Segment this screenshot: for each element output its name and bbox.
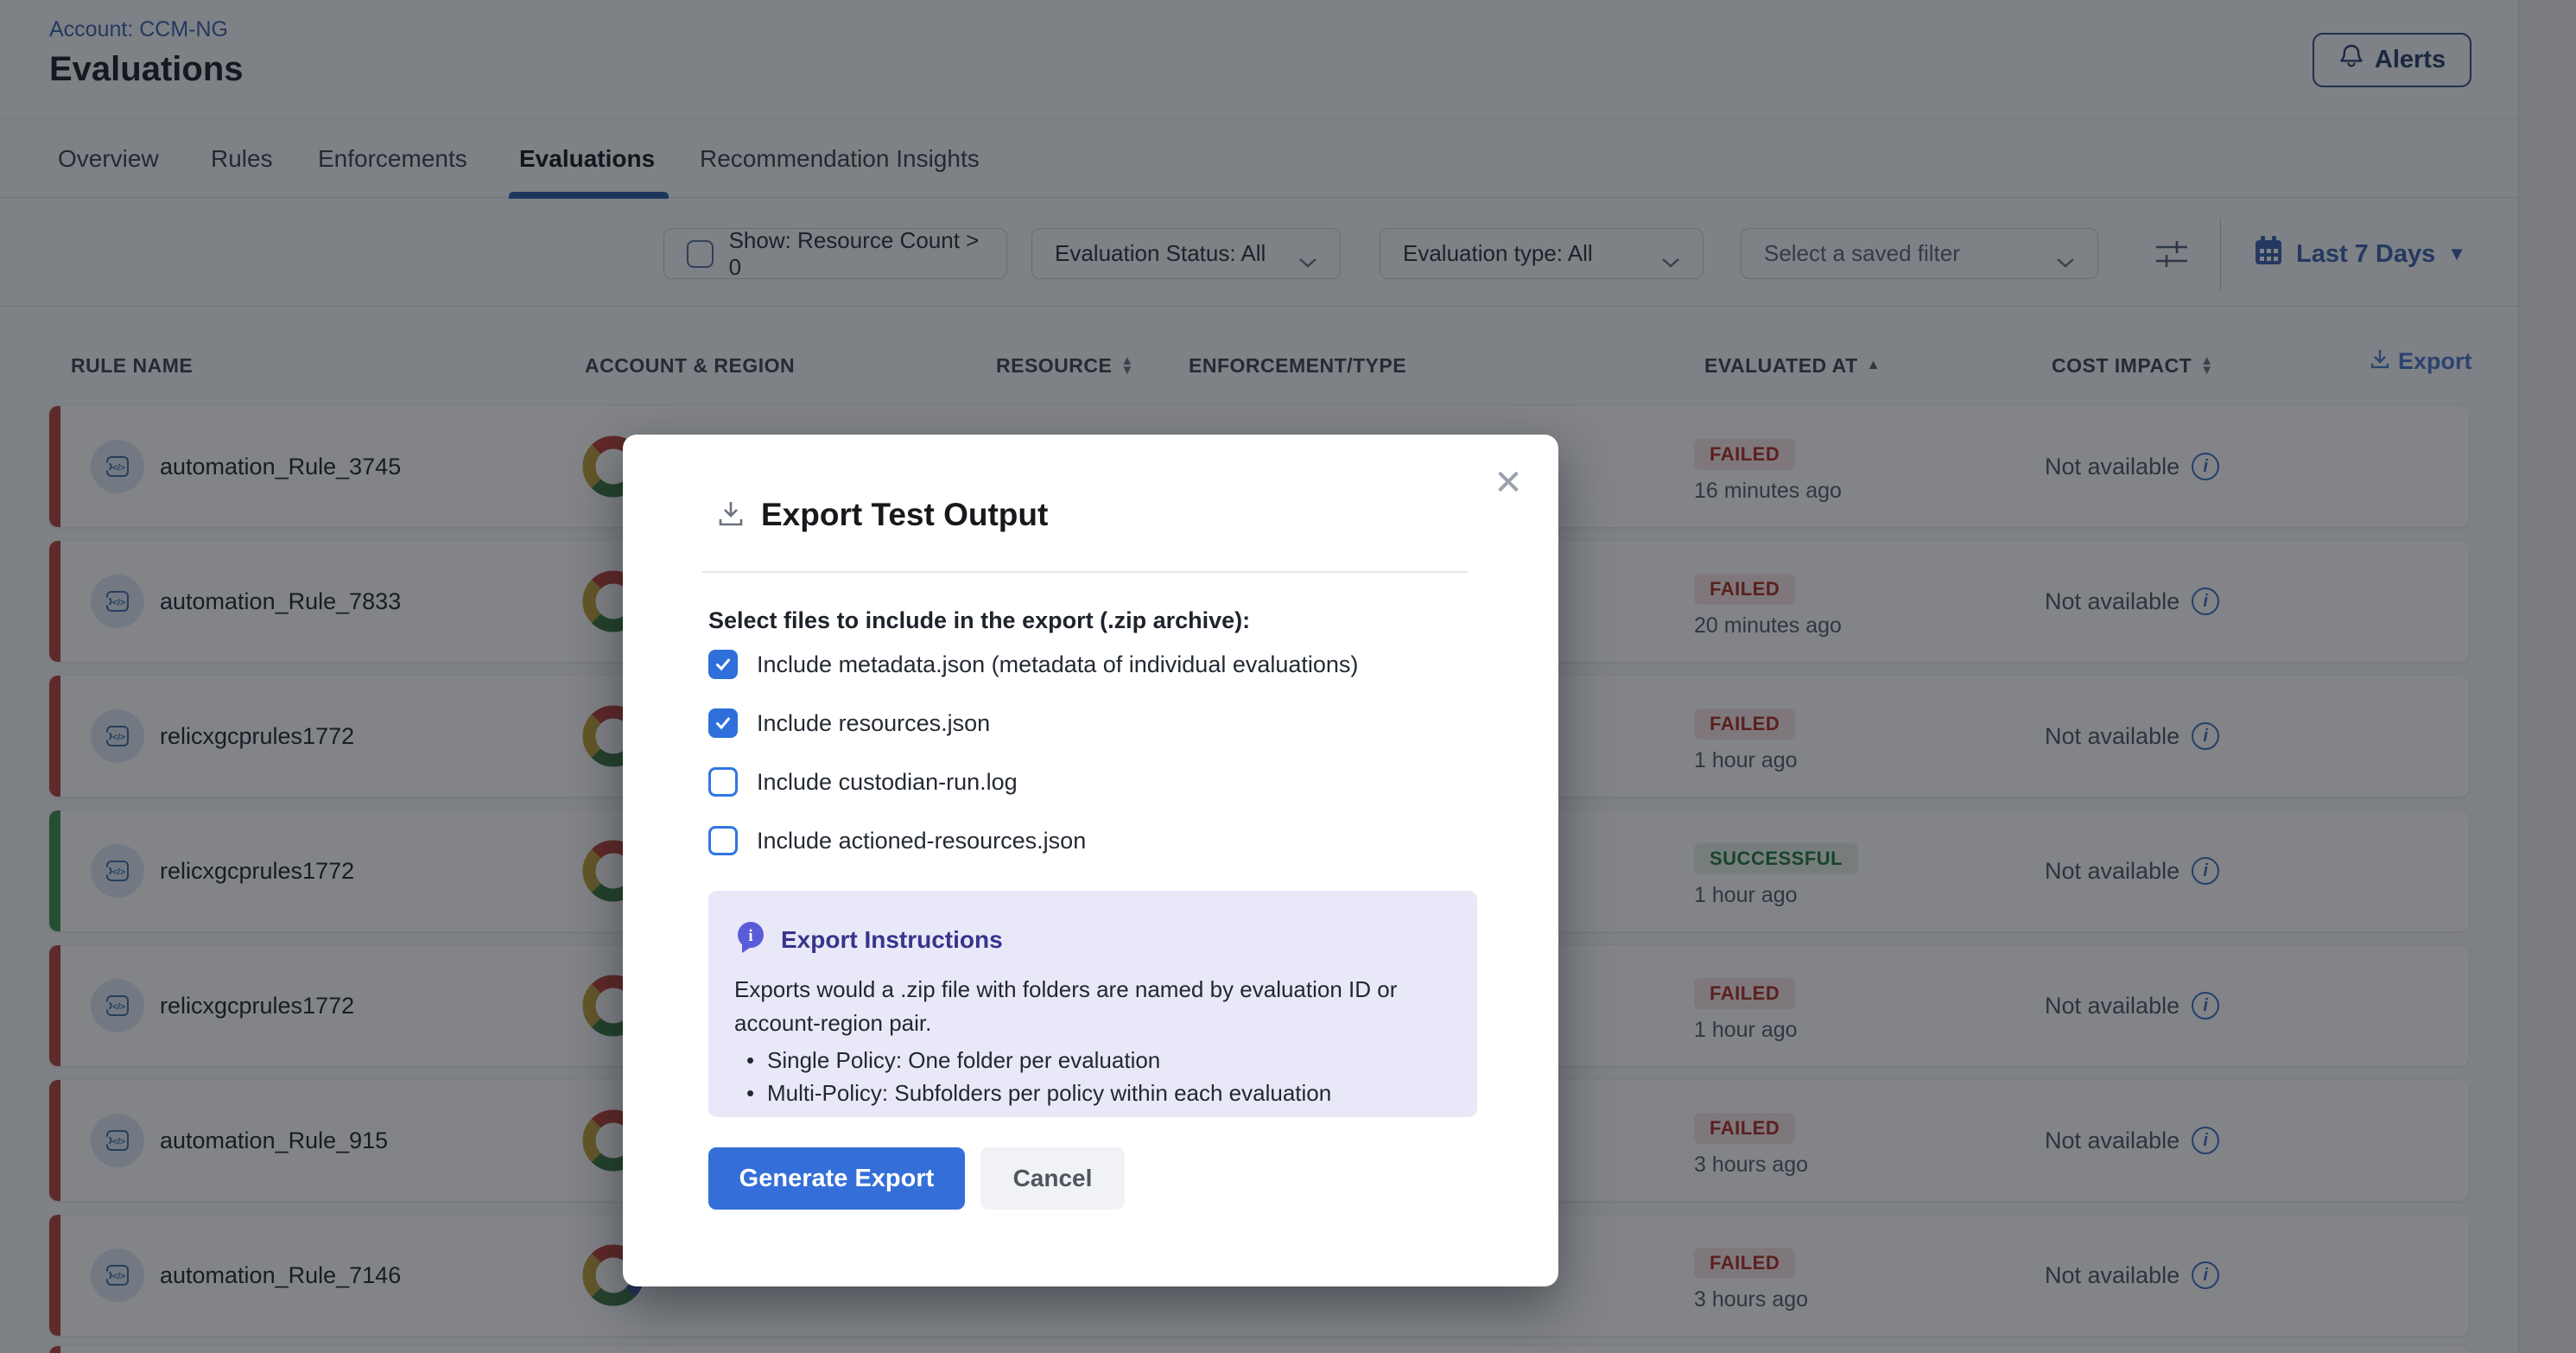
checkbox[interactable] <box>708 767 738 797</box>
info-bubble-icon: i <box>734 920 767 959</box>
generate-export-button[interactable]: Generate Export <box>708 1147 965 1210</box>
checkbox[interactable] <box>708 708 738 738</box>
modal-divider <box>702 571 1468 573</box>
modal-title: Export Test Output <box>761 497 1048 533</box>
select-files-label: Select files to include in the export (.… <box>708 607 1250 634</box>
option-include-custodian-run-log[interactable]: Include custodian-run.log <box>708 765 1018 799</box>
option-label: Include actioned-resources.json <box>757 828 1086 854</box>
option-label: Include metadata.json (metadata of indiv… <box>757 651 1358 678</box>
checkbox[interactable] <box>708 826 738 855</box>
export-test-output-modal: ✕ Export Test Output Select files to inc… <box>623 435 1558 1286</box>
option-label: Include resources.json <box>757 710 990 737</box>
option-include-resources[interactable]: Include resources.json <box>708 706 990 740</box>
info-box-title: Export Instructions <box>781 926 1003 954</box>
option-include-metadata[interactable]: Include metadata.json (metadata of indiv… <box>708 647 1358 682</box>
close-icon[interactable]: ✕ <box>1489 464 1527 502</box>
checkbox[interactable] <box>708 650 738 679</box>
cancel-button[interactable]: Cancel <box>980 1147 1125 1210</box>
download-icon <box>716 499 746 532</box>
option-label: Include custodian-run.log <box>757 769 1018 796</box>
export-instructions-box: i Export Instructions Exports would a .z… <box>708 891 1477 1117</box>
bullet-item: Multi-Policy: Subfolders per policy with… <box>734 1077 1451 1109</box>
info-box-bullets: Single Policy: One folder per evaluation… <box>734 1044 1451 1109</box>
svg-text:i: i <box>748 927 752 945</box>
info-box-body: Exports would a .zip file with folders a… <box>734 973 1434 1040</box>
option-include-actioned-resources[interactable]: Include actioned-resources.json <box>708 823 1086 858</box>
bullet-item: Single Policy: One folder per evaluation <box>734 1044 1451 1077</box>
